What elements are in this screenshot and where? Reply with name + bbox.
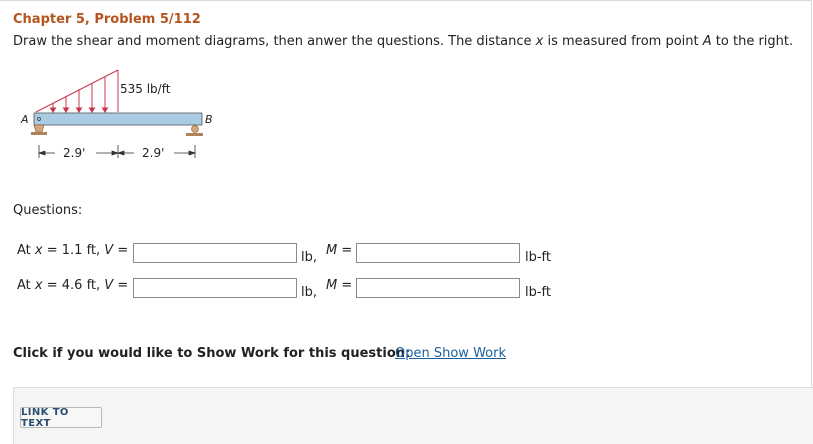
problem-statement: Draw the shear and moment diagrams, then… (13, 34, 793, 49)
question-prompt: At x = 4.6 ft, V = (17, 278, 128, 293)
open-show-work-link[interactable]: Open Show Work (395, 346, 506, 361)
load-top-line (35, 69, 119, 113)
moment-eq-1: = (337, 243, 353, 258)
question-v-eq: = (113, 243, 129, 258)
moment-eq-2: = (337, 278, 353, 293)
support-b-roller (191, 125, 199, 133)
label-point-b: B (205, 113, 213, 126)
label-point-a: A (20, 113, 29, 126)
problem-title: Chapter 5, Problem 5/112 (13, 12, 201, 27)
shear-unit-1: lb, (301, 250, 317, 265)
show-work-prompt: Click if you would like to Show Work for… (13, 346, 411, 361)
statement-text-2: is measured from point (543, 34, 703, 49)
beam-figure: 535 lb/ft A B 2.9' 2.9' (20, 69, 213, 160)
moment-unit-1: lb-ft (525, 250, 551, 265)
statement-text-3: to the right. (711, 34, 794, 49)
moment-input-2[interactable] (356, 278, 520, 298)
load-label: 535 lb/ft (120, 82, 171, 96)
moment-label-1: M = (326, 243, 352, 258)
dim-left-label: 2.9' (63, 146, 85, 160)
link-to-text-button[interactable]: LINK TO TEXT (20, 407, 102, 429)
shear-input-2[interactable] (133, 278, 297, 298)
statement-var-a: A (702, 34, 712, 49)
support-a-base (31, 132, 47, 135)
dim-right-label: 2.9' (142, 146, 164, 160)
load-arrows (49, 77, 109, 113)
question-x-var: x (34, 243, 43, 258)
question-v-eq: = (113, 278, 129, 293)
moment-input-1[interactable] (356, 243, 520, 263)
question-v-var: V (104, 243, 114, 258)
moment-var-2: M (326, 278, 338, 293)
footer-panel (13, 387, 813, 444)
question-prefix: At (17, 243, 35, 258)
support-b-base (186, 133, 203, 136)
support-a (33, 124, 45, 133)
question-x-value: = 4.6 ft, (42, 278, 105, 293)
question-x-value: = 1.1 ft, (42, 243, 105, 258)
moment-unit-2: lb-ft (525, 285, 551, 300)
question-v-var: V (104, 278, 114, 293)
moment-label-2: M = (326, 278, 352, 293)
shear-unit-2: lb, (301, 285, 317, 300)
question-prefix: At (17, 278, 35, 293)
moment-var-1: M (326, 243, 338, 258)
statement-text-1: Draw the shear and moment diagrams, then… (13, 34, 536, 49)
beam (33, 112, 203, 126)
question-prompt: At x = 1.1 ft, V = (17, 243, 128, 258)
question-x-var: x (34, 278, 43, 293)
questions-heading: Questions: (13, 203, 83, 218)
shear-input-1[interactable] (133, 243, 297, 263)
